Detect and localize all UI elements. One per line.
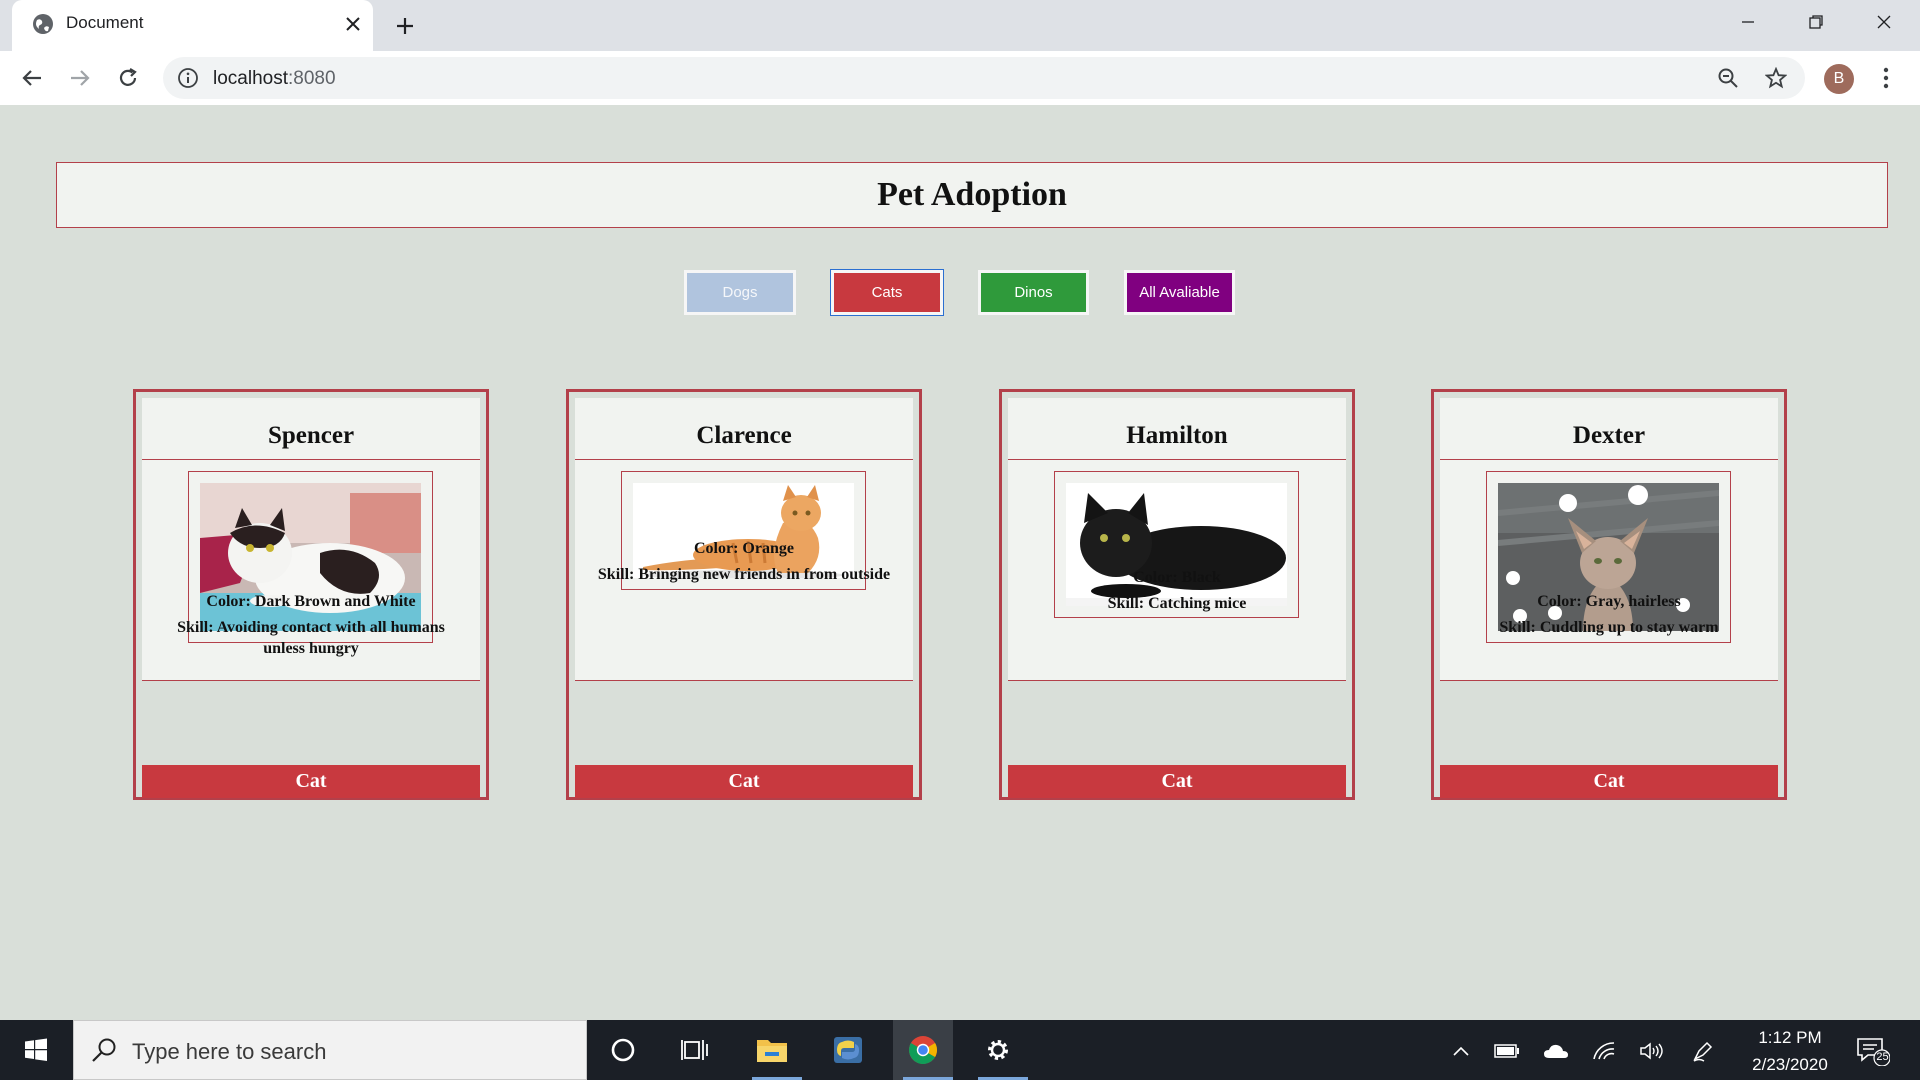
pet-name: Hamilton bbox=[1126, 422, 1228, 449]
filter-dogs-button[interactable]: Dogs bbox=[684, 270, 796, 315]
taskbar-clock[interactable]: 1:12 PM 2/23/2020 bbox=[1730, 1020, 1850, 1080]
pet-color: Color: Gray, hairless bbox=[1537, 593, 1681, 610]
volume-icon[interactable] bbox=[1638, 1038, 1664, 1064]
divider bbox=[575, 459, 913, 460]
filter-cats-button[interactable]: Cats bbox=[830, 269, 944, 316]
page-title: Pet Adoption bbox=[877, 176, 1067, 213]
pet-name: Spencer bbox=[267, 422, 355, 449]
forward-arrow-icon[interactable] bbox=[62, 60, 98, 96]
chrome-taskbar-icon[interactable] bbox=[893, 1020, 953, 1080]
task-view-icon[interactable] bbox=[665, 1020, 725, 1080]
divider bbox=[575, 680, 913, 681]
tab-title: Document bbox=[66, 13, 144, 32]
pet-color: Color: Dark Brown and White bbox=[206, 593, 416, 610]
site-info-icon[interactable] bbox=[177, 67, 199, 89]
pet-type-label: Cat bbox=[1008, 765, 1346, 798]
divider bbox=[1008, 459, 1346, 460]
pet-color: Color: Orange bbox=[694, 540, 794, 557]
clock-date: 2/23/2020 bbox=[1752, 1055, 1828, 1074]
browser-tabstrip: Document bbox=[0, 0, 1920, 51]
divider bbox=[1008, 680, 1346, 681]
new-tab-icon[interactable] bbox=[390, 11, 420, 41]
taskbar: Type here to search 1:12 PM 2/23/2020 25 bbox=[0, 1020, 1920, 1080]
wifi-icon[interactable] bbox=[1591, 1038, 1617, 1064]
windows-start-icon[interactable] bbox=[0, 1020, 72, 1080]
address-bar[interactable]: localhost:8080 bbox=[163, 57, 1805, 99]
notification-count: 25 bbox=[1876, 1051, 1889, 1063]
reload-icon[interactable] bbox=[110, 60, 146, 96]
pet-card-body: Spencer Color: Dark Brown and White Skil… bbox=[142, 398, 480, 681]
divider bbox=[1440, 680, 1778, 681]
pet-skill: Skill: Bringing new friends in from outs… bbox=[597, 566, 891, 583]
pet-type-label: Cat bbox=[575, 765, 913, 798]
globe-icon bbox=[33, 14, 53, 34]
back-arrow-icon[interactable] bbox=[14, 60, 50, 96]
battery-icon[interactable] bbox=[1494, 1038, 1520, 1064]
bookmark-star-icon[interactable] bbox=[1761, 63, 1791, 93]
chevron-up-icon[interactable] bbox=[1448, 1038, 1474, 1064]
notification-icon[interactable]: 25 bbox=[1856, 1036, 1890, 1066]
pet-name: Dexter bbox=[1572, 422, 1646, 449]
filter-dinos-button[interactable]: Dinos bbox=[978, 270, 1089, 315]
restore-icon[interactable] bbox=[1782, 0, 1850, 44]
filter-all-button[interactable]: All Avaliable bbox=[1124, 270, 1235, 315]
search-icon bbox=[92, 1038, 116, 1062]
page-content: Pet Adoption Dogs Cats Dinos All Avaliab… bbox=[0, 105, 1920, 1020]
pet-color: Color: Black bbox=[1133, 569, 1221, 586]
tab-close-icon[interactable] bbox=[340, 11, 366, 37]
page-header: Pet Adoption bbox=[56, 162, 1888, 228]
pet-skill: Skill: Catching mice bbox=[1107, 595, 1247, 612]
pet-card: Hamilton Color: Black Skill: Catching mi… bbox=[999, 389, 1355, 800]
settings-gear-icon[interactable] bbox=[968, 1020, 1028, 1080]
taskbar-search-input[interactable]: Type here to search bbox=[73, 1020, 587, 1080]
clock-time: 1:12 PM bbox=[1758, 1028, 1822, 1047]
pet-card-body: Clarence Color: Orange Skill: Bringing n… bbox=[575, 398, 913, 681]
zoom-out-icon[interactable] bbox=[1713, 63, 1743, 93]
divider bbox=[1440, 459, 1778, 460]
onedrive-cloud-icon[interactable] bbox=[1543, 1038, 1569, 1064]
pet-card-body: Dexter Color: Gray, hairless Skill: Cudd… bbox=[1440, 398, 1778, 681]
pet-card-body: Hamilton Color: Black Skill: Catching mi… bbox=[1008, 398, 1346, 681]
pet-card: Clarence Color: Orange Skill: Bringing n… bbox=[566, 389, 922, 800]
cortana-icon[interactable] bbox=[593, 1020, 653, 1080]
search-placeholder: Type here to search bbox=[132, 1039, 327, 1064]
pet-card: Spencer Color: Dark Brown and White Skil… bbox=[133, 389, 489, 800]
divider bbox=[142, 680, 480, 681]
minimize-icon[interactable] bbox=[1714, 0, 1782, 44]
pet-card: Dexter Color: Gray, hairless Skill: Cudd… bbox=[1431, 389, 1787, 800]
pet-type-label: Cat bbox=[1440, 765, 1778, 798]
pet-skill: Skill: Avoiding contact with all humans … bbox=[177, 619, 445, 657]
menu-kebab-icon[interactable] bbox=[1868, 60, 1904, 96]
divider bbox=[142, 459, 480, 460]
close-window-icon[interactable] bbox=[1850, 0, 1918, 44]
pen-ink-icon[interactable] bbox=[1690, 1038, 1716, 1064]
profile-avatar[interactable]: B bbox=[1824, 64, 1854, 94]
browser-tab[interactable]: Document bbox=[12, 0, 373, 51]
pet-type-label: Cat bbox=[142, 765, 480, 798]
file-explorer-icon[interactable] bbox=[742, 1020, 802, 1080]
url-text[interactable]: localhost:8080 bbox=[213, 68, 336, 90]
browser-toolbar: localhost:8080 B bbox=[0, 51, 1920, 105]
pet-skill: Skill: Cuddling up to stay warm bbox=[1499, 619, 1719, 636]
python-app-icon[interactable] bbox=[818, 1020, 878, 1080]
pet-name: Clarence bbox=[696, 422, 792, 449]
